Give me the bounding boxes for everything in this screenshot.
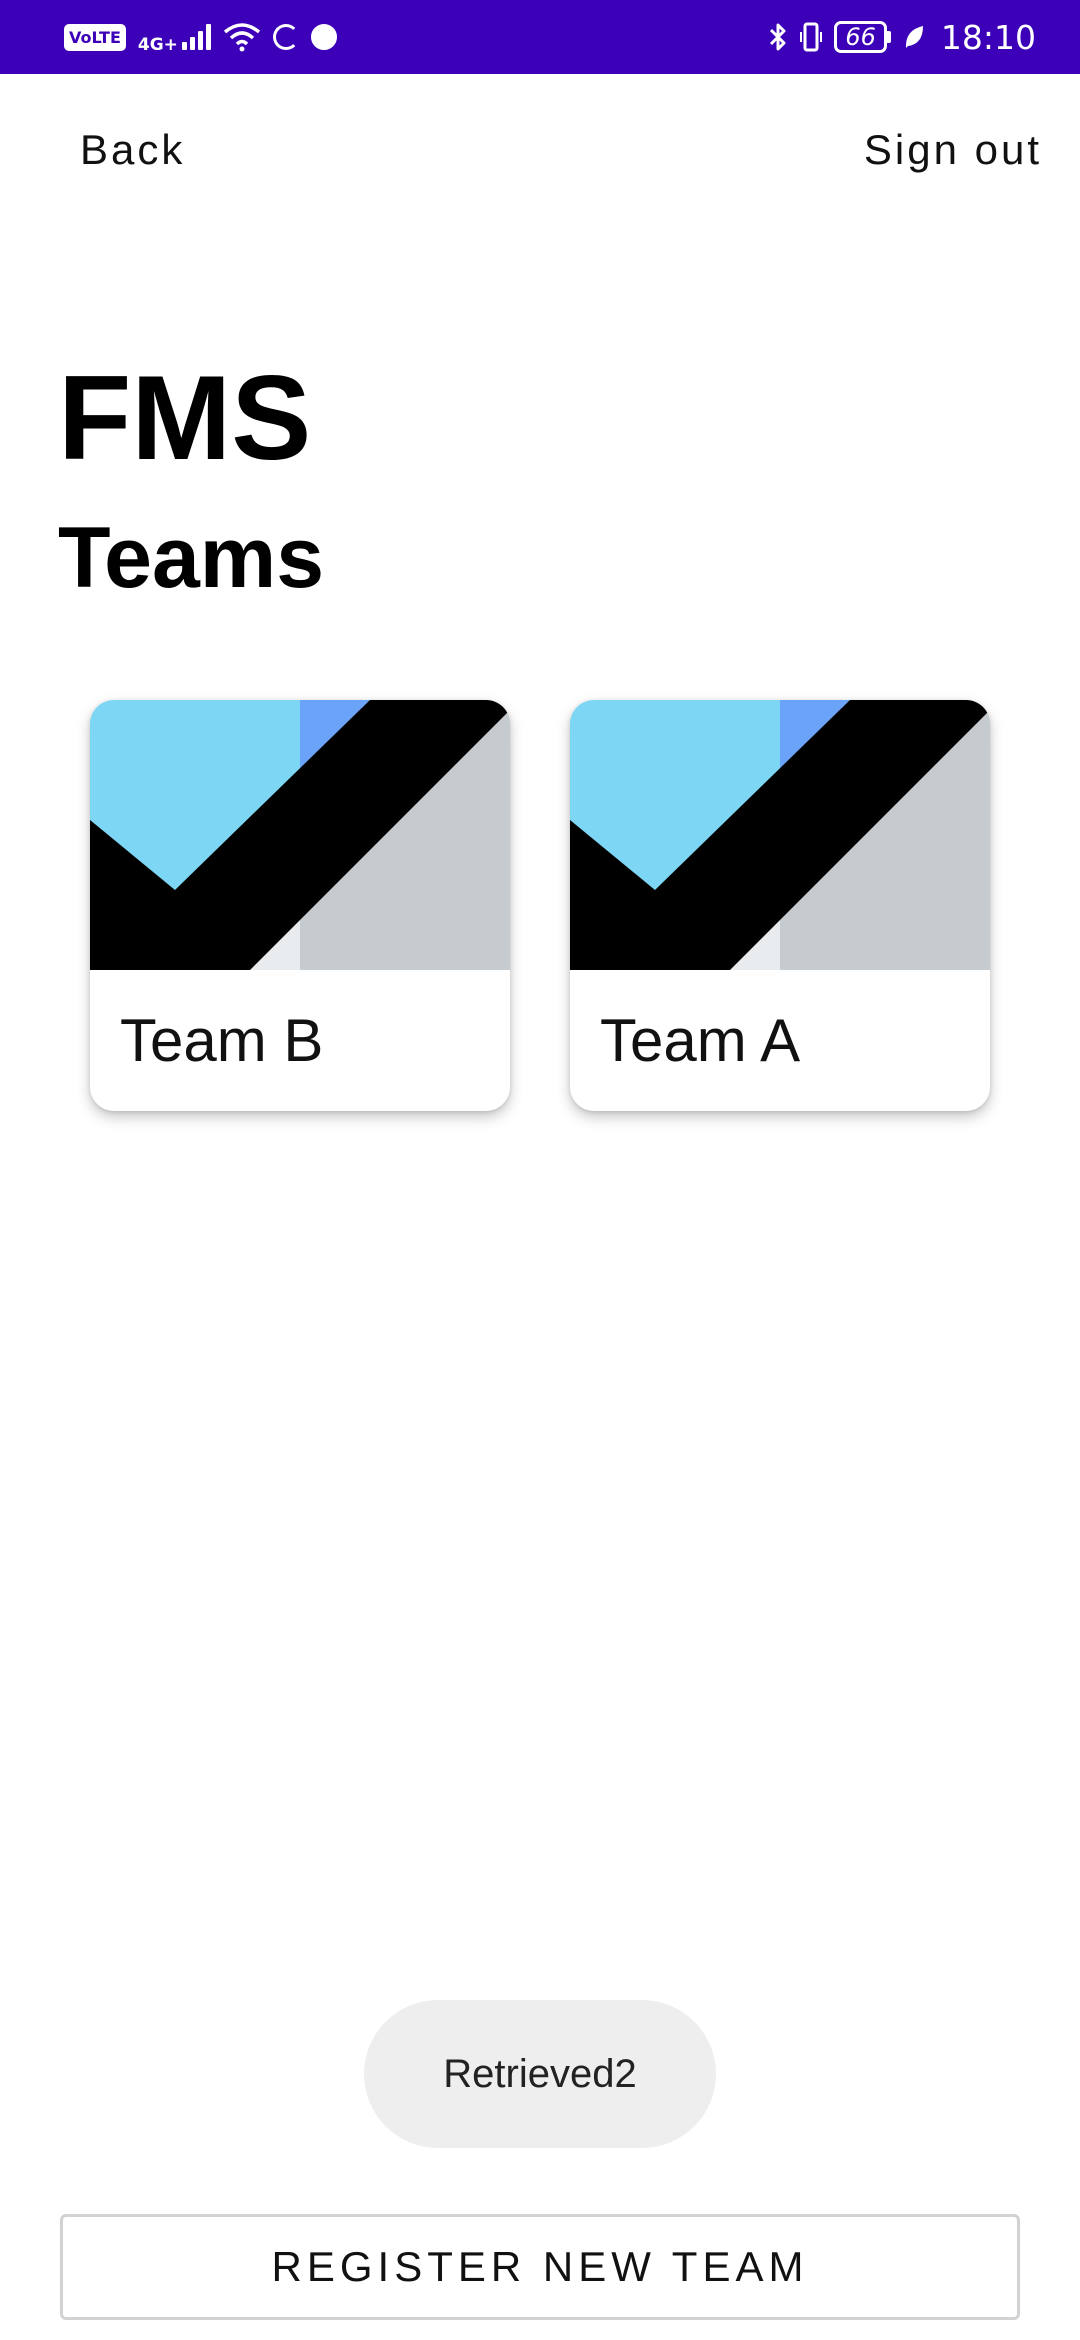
wifi-icon [223, 23, 261, 52]
placeholder-image-icon [90, 700, 510, 970]
team-card[interactable]: Team A [570, 700, 990, 1111]
signal-strength-icon [181, 24, 211, 50]
network-type-label: 4G+ [137, 35, 178, 55]
page-title: Teams [58, 510, 325, 606]
battery-level: 66 [834, 21, 887, 53]
sign-out-button[interactable]: Sign out [864, 100, 1042, 200]
battery-icon: 66 [834, 21, 891, 53]
team-grid: Team B Team A [90, 700, 990, 1111]
status-bar: VoLTE 4G+ 66 18:10 [0, 0, 1080, 74]
bluetooth-icon [770, 23, 786, 51]
status-left: VoLTE 4G+ [64, 19, 337, 55]
placeholder-image-icon [570, 700, 990, 970]
power-saving-leaf-icon [905, 26, 923, 48]
status-right: 66 18:10 [768, 18, 1036, 57]
back-button[interactable]: Back [80, 100, 185, 200]
top-nav: Back Sign out [0, 100, 1080, 200]
register-new-team-button[interactable]: REGISTER NEW TEAM [60, 2214, 1020, 2320]
team-name: Team B [120, 1007, 324, 1074]
toast-message: Retrieved2 [364, 2000, 716, 2148]
volte-icon: VoLTE [64, 23, 126, 51]
app-title: FMS [58, 351, 312, 485]
team-card[interactable]: Team B [90, 700, 510, 1111]
team-name: Team A [600, 1007, 801, 1074]
vibrate-icon [800, 22, 823, 52]
app-notification-icon [310, 24, 337, 50]
sync-icon [272, 24, 299, 50]
clock: 18:10 [940, 17, 1036, 57]
